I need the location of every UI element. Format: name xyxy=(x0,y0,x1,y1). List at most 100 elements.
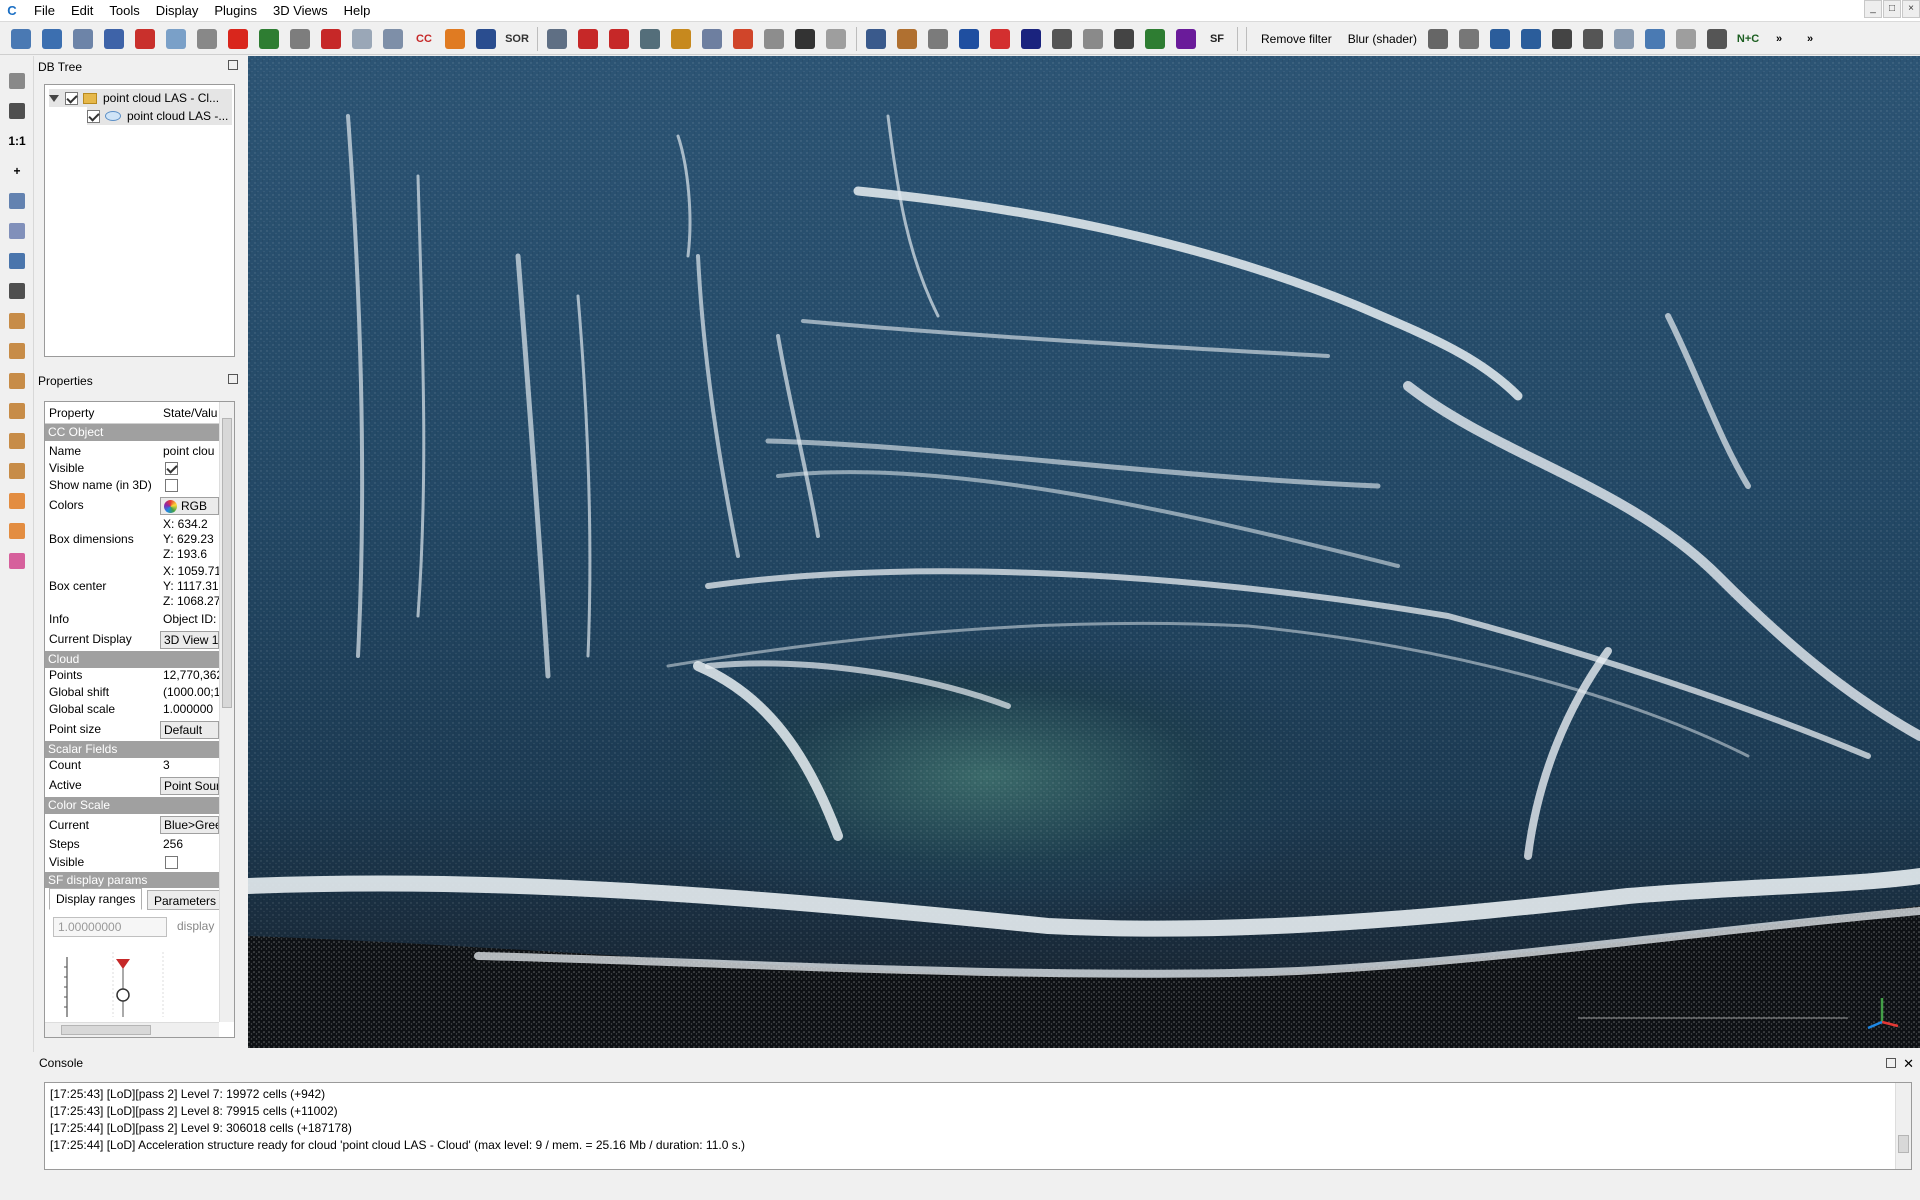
sphere-grey-button[interactable] xyxy=(1673,26,1699,52)
show-name-checkbox[interactable] xyxy=(165,479,178,492)
histogram-widget[interactable] xyxy=(53,947,213,1017)
gear-tool-button[interactable] xyxy=(70,26,96,52)
sf-filter-button[interactable] xyxy=(730,26,756,52)
tree-item-folder[interactable]: point cloud LAS - Cl... xyxy=(49,89,232,107)
menu-tools[interactable]: Tools xyxy=(101,1,147,21)
move-button[interactable] xyxy=(6,250,28,272)
zoom-1to1-button[interactable]: 1:1 xyxy=(6,130,28,152)
tree-checkbox[interactable] xyxy=(87,109,100,123)
canupo-classify-button[interactable] xyxy=(1518,26,1544,52)
view-back-button[interactable] xyxy=(6,400,28,422)
histogram-button[interactable] xyxy=(668,26,694,52)
tab-display-ranges[interactable]: Display ranges xyxy=(49,888,143,910)
properties-hscroll[interactable] xyxy=(45,1022,219,1037)
edl-button[interactable] xyxy=(1456,26,1482,52)
cloud-points-button[interactable] xyxy=(163,26,189,52)
scroll-thumb[interactable] xyxy=(222,418,232,708)
ball-button[interactable] xyxy=(1704,26,1730,52)
prop-value[interactable]: point clou xyxy=(163,444,219,458)
calculator-button[interactable] xyxy=(823,26,849,52)
canupo-create-button[interactable] xyxy=(1487,26,1513,52)
console-vscroll[interactable] xyxy=(1895,1083,1911,1169)
list-button[interactable] xyxy=(101,26,127,52)
dock-float-icon[interactable] xyxy=(228,374,238,384)
sample-button[interactable] xyxy=(318,26,344,52)
menu-display[interactable]: Display xyxy=(148,1,207,21)
globe-button[interactable] xyxy=(956,26,982,52)
point-size-combo[interactable]: Default xyxy=(160,721,219,739)
export-button[interactable] xyxy=(194,26,220,52)
noise-button[interactable] xyxy=(380,26,406,52)
blur-shader-button[interactable]: Blur (shader) xyxy=(1340,26,1425,52)
scale-visible-checkbox[interactable] xyxy=(165,856,178,869)
menu-edit[interactable]: Edit xyxy=(63,1,101,21)
segment-button[interactable] xyxy=(287,26,313,52)
pcv-button[interactable] xyxy=(1111,26,1137,52)
steps-spinbox[interactable]: 256 xyxy=(163,837,219,851)
view-left-button[interactable] xyxy=(6,370,28,392)
ssao-button[interactable] xyxy=(1425,26,1451,52)
sphere-green-button[interactable] xyxy=(1142,26,1168,52)
shield-button[interactable] xyxy=(925,26,951,52)
remove-filter-button[interactable]: Remove filter xyxy=(1253,26,1340,52)
view-front-iso-button[interactable] xyxy=(6,490,28,512)
close-icon[interactable]: ✕ xyxy=(1903,1054,1914,1074)
current-display-combo[interactable]: 3D View 1 xyxy=(160,631,219,649)
kd-button[interactable] xyxy=(1549,26,1575,52)
scroll-thumb[interactable] xyxy=(1898,1135,1909,1153)
camera-button[interactable] xyxy=(1611,26,1637,52)
menu-file[interactable]: File xyxy=(26,1,63,21)
camera-snapshot-button[interactable] xyxy=(6,100,28,122)
hpr-button[interactable] xyxy=(1049,26,1075,52)
crosshair-button[interactable] xyxy=(637,26,663,52)
sor-button[interactable]: SOR xyxy=(504,26,530,52)
toolbar-overflow-button-2[interactable]: » xyxy=(1797,26,1823,52)
rgb-button[interactable] xyxy=(1173,26,1199,52)
view-bottom-button[interactable] xyxy=(6,460,28,482)
m3c2-button[interactable] xyxy=(1080,26,1106,52)
tree-item-cloud[interactable]: point cloud LAS -... xyxy=(87,107,232,125)
point-picking-button[interactable] xyxy=(132,26,158,52)
range-min-handle[interactable] xyxy=(116,959,130,969)
nc-button[interactable]: N+C xyxy=(1735,26,1761,52)
maximize-button[interactable]: □ xyxy=(1883,0,1901,18)
display-button[interactable] xyxy=(1642,26,1668,52)
flame-button[interactable] xyxy=(442,26,468,52)
db-tree[interactable]: point cloud LAS - Cl... point cloud LAS … xyxy=(44,84,235,357)
stereo-button[interactable] xyxy=(6,550,28,572)
object-cube-button[interactable] xyxy=(6,220,28,242)
table-button[interactable] xyxy=(761,26,787,52)
curve-button[interactable] xyxy=(699,26,725,52)
tab-parameters[interactable]: Parameters xyxy=(147,890,224,910)
ellipse-button[interactable] xyxy=(987,26,1013,52)
minimize-button[interactable]: _ xyxy=(1864,0,1882,18)
menu-plugins[interactable]: Plugins xyxy=(206,1,265,21)
chevron-down-icon[interactable] xyxy=(49,94,59,102)
console-panel[interactable]: [17:25:43] [LoD][pass 2] Level 7: 19972 … xyxy=(44,1082,1912,1170)
range-max-handle[interactable] xyxy=(116,988,130,1002)
zoom-button[interactable] xyxy=(6,280,28,302)
translate-button[interactable] xyxy=(575,26,601,52)
dock-float-icon[interactable] xyxy=(228,60,238,70)
subsample-button[interactable] xyxy=(349,26,375,52)
view-right-button[interactable] xyxy=(6,430,28,452)
save-button[interactable] xyxy=(39,26,65,52)
display-range-spinbox[interactable]: 1.00000000 xyxy=(53,917,167,937)
visible-checkbox[interactable] xyxy=(165,462,178,475)
pencil-button[interactable] xyxy=(6,70,28,92)
fm-button[interactable] xyxy=(1580,26,1606,52)
plus-button[interactable] xyxy=(792,26,818,52)
color-scale-combo[interactable]: Blue>Gree xyxy=(160,816,219,834)
tree-checkbox[interactable] xyxy=(65,91,78,105)
scissors-button[interactable] xyxy=(544,26,570,52)
north-button[interactable] xyxy=(1018,26,1044,52)
view-front-button[interactable] xyxy=(6,340,28,362)
point-cloud-render[interactable] xyxy=(248,56,1920,1048)
perspective-button[interactable] xyxy=(6,190,28,212)
3d-view[interactable] xyxy=(248,56,1920,1048)
pivot-plus-button[interactable]: + xyxy=(6,160,28,182)
menu-help[interactable]: Help xyxy=(336,1,379,21)
film-button[interactable] xyxy=(863,26,889,52)
properties-vscroll[interactable] xyxy=(219,402,234,1022)
plane-button[interactable] xyxy=(606,26,632,52)
